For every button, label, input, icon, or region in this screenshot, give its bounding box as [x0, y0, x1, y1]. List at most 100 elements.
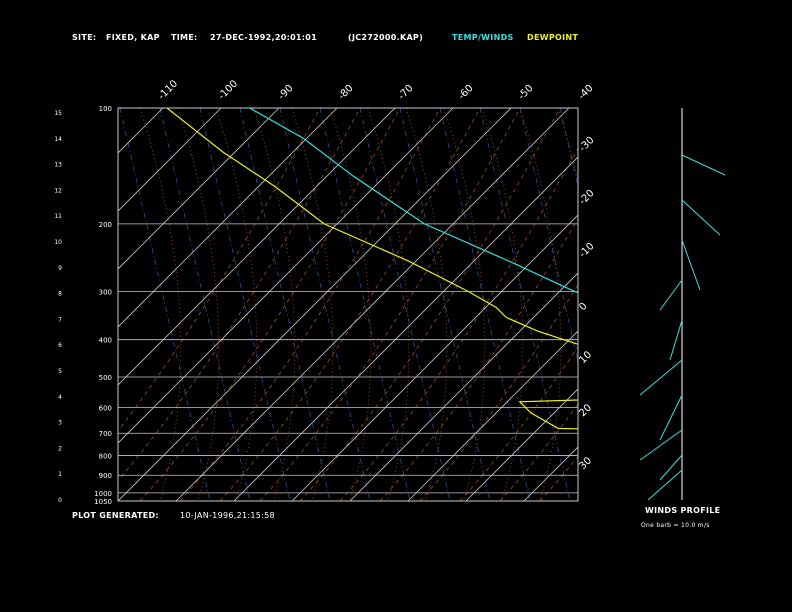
- wind-barb: [659, 279, 683, 311]
- height-tick-label: 7: [58, 316, 62, 323]
- moist-adiabat-line: [519, 108, 562, 501]
- isotherm-line: [523, 446, 578, 501]
- isotherm-line: [175, 108, 570, 501]
- isotherm-line: [118, 108, 222, 212]
- height-tick-label: 15: [54, 110, 62, 117]
- isotherm-line: [640, 108, 792, 501]
- top-temperature-label: -40: [576, 83, 595, 102]
- right-temperature-label: -30: [577, 135, 596, 154]
- height-tick-label: 0: [58, 497, 62, 504]
- right-temperature-label: 0: [577, 301, 589, 313]
- mixing-ratio-line: [159, 108, 251, 501]
- moist-adiabat-line: [405, 108, 448, 501]
- wind-barb: [639, 359, 683, 396]
- isotherm-line: [118, 108, 280, 270]
- isotherm-line: [582, 108, 792, 501]
- top-temperature-label: -70: [396, 83, 415, 102]
- pressure-tick-label: 1050: [94, 498, 112, 506]
- moist-adiabat-line: [215, 108, 258, 501]
- wind-barb: [681, 239, 701, 291]
- moist-adiabat-line: [634, 108, 675, 501]
- height-tick-label: 3: [58, 420, 62, 427]
- height-tick-label: 4: [58, 394, 62, 401]
- mixing-ratio-line: [519, 108, 578, 364]
- isotherm-line: [349, 272, 578, 501]
- dry-adiabat-line: [118, 108, 321, 432]
- wind-barb: [681, 199, 721, 236]
- isotherm-line: [756, 108, 792, 501]
- right-temperature-label: 30: [577, 455, 594, 472]
- height-tick-label: 5: [58, 368, 62, 375]
- mixing-ratio-line: [359, 108, 451, 501]
- dry-adiabat-line: [580, 108, 792, 501]
- skewt-chart: 10020030040050060070080090010001050 1514…: [0, 78, 792, 506]
- pressure-tick-label: 300: [99, 289, 112, 297]
- pressure-tick-label: 600: [99, 404, 112, 412]
- mixing-ratio-line: [439, 108, 531, 501]
- isotherm-line: [118, 108, 338, 328]
- height-tick-label: 12: [54, 187, 62, 194]
- isotherm-line: [0, 108, 105, 501]
- wind-barb: [659, 394, 683, 441]
- mixing-ratio-line: [319, 108, 411, 501]
- pressure-tick-label: 800: [99, 453, 112, 461]
- height-tick-label: 8: [58, 291, 62, 298]
- isotherm-line: [0, 108, 47, 501]
- wind-barb: [681, 154, 726, 176]
- mixing-ratio-line: [559, 108, 578, 189]
- temperature-trace: [249, 108, 578, 294]
- isotherm-line: [118, 108, 164, 154]
- height-tick-label: 1: [58, 471, 62, 478]
- moist-adiabat-line: [139, 108, 182, 501]
- plot-frame: [117, 107, 579, 502]
- pressure-tick-label: 400: [99, 337, 112, 345]
- pressure-tick-label: 100: [99, 105, 112, 113]
- moist-adiabat-line: [367, 108, 410, 501]
- top-temperature-label: -80: [336, 83, 355, 102]
- isotherm-line: [407, 330, 578, 501]
- pressure-tick-label: 1000: [94, 490, 112, 498]
- isotherm-line: [698, 108, 792, 501]
- top-temperature-label: -110: [156, 78, 180, 102]
- pressure-tick-label: 900: [99, 472, 112, 480]
- dry-adiabat-line: [459, 345, 578, 501]
- moist-adiabat-line: [443, 108, 486, 501]
- pressure-tick-label: 200: [99, 221, 112, 229]
- isotherm-line: [291, 214, 578, 501]
- isotherm-line: [118, 108, 454, 444]
- dry-adiabat-line: [339, 147, 578, 501]
- dry-adiabat-line: [118, 108, 361, 482]
- isotherm-line: [465, 388, 578, 501]
- height-tick-label: 6: [58, 342, 62, 349]
- top-temperature-label: -100: [216, 78, 240, 102]
- height-tick-label: 2: [58, 445, 62, 452]
- dry-adiabat-line: [419, 284, 578, 501]
- moist-adiabat-line: [596, 108, 637, 501]
- mixing-ratio-line: [239, 108, 331, 501]
- wind-barb: [659, 454, 683, 481]
- pressure-tick-label: 700: [99, 430, 112, 438]
- dry-adiabat-line: [499, 403, 578, 501]
- right-temperature-label: -10: [577, 241, 596, 260]
- wind-barb: [669, 319, 683, 361]
- top-temperature-label: -90: [276, 83, 295, 102]
- right-temperature-label: 10: [577, 349, 594, 366]
- top-temperature-label: -60: [456, 83, 475, 102]
- height-tick-label: 11: [54, 213, 62, 220]
- right-temperature-label: 20: [577, 402, 594, 419]
- dry-adiabat-line: [179, 108, 441, 501]
- top-temperature-label: -50: [516, 83, 535, 102]
- wind-barb: [639, 429, 683, 461]
- dry-adiabat-line: [219, 108, 481, 501]
- moist-adiabat-line: [253, 108, 296, 501]
- dry-adiabat-line: [259, 108, 521, 501]
- moist-adiabat-line: [291, 108, 334, 501]
- right-temperature-label: -20: [577, 188, 596, 207]
- pressure-tick-label: 500: [99, 374, 112, 382]
- height-tick-label: 10: [54, 239, 62, 246]
- isotherm-line: [118, 108, 512, 501]
- height-tick-label: 13: [54, 162, 62, 169]
- mixing-ratio-line: [119, 108, 211, 501]
- height-tick-label: 9: [58, 265, 62, 272]
- height-tick-label: 14: [54, 136, 62, 143]
